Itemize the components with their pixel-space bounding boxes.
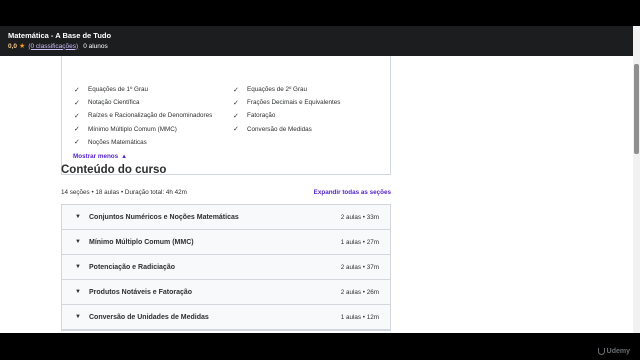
check-icon: ✓: [233, 86, 239, 94]
chevron-up-icon: ▲: [121, 153, 128, 160]
learn-item-label: Raízes e Racionalização de Denominadores: [88, 112, 213, 120]
expand-all-sections-button[interactable]: Expandir todas as seções: [314, 189, 391, 196]
learn-item-label: Fatoração: [247, 112, 276, 120]
watermark-label: Udemy: [606, 348, 630, 355]
learn-item-label: Mínimo Múltiplo Comum (MMC): [88, 125, 177, 133]
show-less-button[interactable]: Mostrar menos ▲: [73, 153, 127, 160]
learn-item: ✓ Fatoração: [233, 109, 340, 122]
chevron-down-icon: ▼: [75, 289, 81, 295]
section-info: 2 aulas • 33m: [340, 213, 379, 221]
learn-list-left: ✓ Equações de 1º Grau ✓ Notação Científica ✓…: [74, 83, 212, 149]
star-icon: ★: [19, 43, 26, 50]
show-less-label: Mostrar menos: [73, 153, 119, 160]
learn-item-label: Noções Matemáticas: [88, 138, 147, 146]
learn-item: ✓ Noções Matemáticas: [74, 136, 212, 149]
check-icon: ✓: [233, 99, 239, 107]
chevron-down-icon: ▼: [75, 314, 81, 320]
learn-item: ✓ Notação Científica: [74, 96, 212, 109]
check-icon: ✓: [233, 112, 239, 120]
course-content-heading: Conteúdo do curso: [61, 164, 167, 176]
section-row[interactable]: ▼ Conversão de Unidades de Medidas 1 aulas…: [62, 305, 390, 330]
section-title: Potenciação e Radiciação: [89, 263, 175, 271]
section-title: Conjuntos Numéricos e Noções Matemáticas: [89, 213, 239, 221]
student-count: 0 alunos: [83, 42, 108, 50]
section-info: 2 aulas • 37m: [340, 263, 379, 271]
check-icon: ✓: [233, 126, 239, 134]
learn-item-label: Conversão de Medidas: [247, 125, 312, 133]
check-icon: ✓: [74, 126, 80, 134]
learn-item: ✓ Conversão de Medidas: [233, 123, 340, 136]
section-title: Conversão de Unidades de Medidas: [89, 313, 209, 321]
chevron-down-icon: ▼: [75, 264, 81, 270]
learn-item-label: Notação Científica: [88, 99, 140, 107]
learn-list-right: ✓ Equações de 2º Grau ✓ Frações Decimais e …: [233, 83, 340, 136]
video-viewport: ✓ Equações de 1º Grau ✓ Notação Científica ✓…: [0, 0, 640, 360]
section-list: ▼ Conjuntos Numéricos e Noções Matemática…: [61, 204, 391, 331]
section-row[interactable]: ▼ Produtos Notáveis e Fatoração 2 aulas • …: [62, 280, 390, 305]
chevron-down-icon: ▼: [75, 239, 81, 245]
sticky-course-header: Matemática - A Base de Tudo 0,0 ★ (0 cla…: [0, 26, 640, 56]
scrollbar-thumb[interactable]: [634, 64, 639, 154]
section-info: 2 aulas • 26m: [340, 288, 379, 296]
udemy-watermark: Udemy: [597, 348, 630, 355]
rating-value: 0,0: [8, 42, 18, 50]
reviews-link[interactable]: (0 classificações): [28, 43, 78, 50]
course-page: ✓ Equações de 1º Grau ✓ Notação Científica ✓…: [0, 26, 640, 333]
learn-item: ✓ Raízes e Racionalização de Denominadore…: [74, 109, 212, 122]
learn-item-label: Equações de 2º Grau: [247, 86, 308, 94]
section-row[interactable]: ▼ Mínimo Múltiplo Comum (MMC) 1 aulas • 27…: [62, 230, 390, 255]
course-stats: 14 seções • 18 aulas • Duração total: 4h…: [61, 189, 187, 196]
section-row[interactable]: ▼ Potenciação e Radiciação 2 aulas • 37m: [62, 255, 390, 280]
learn-item: ✓ Mínimo Múltiplo Comum (MMC): [74, 123, 212, 136]
check-icon: ✓: [74, 139, 80, 147]
learn-item: ✓ Equações de 2º Grau: [233, 83, 340, 96]
section-info: 1 aulas • 12m: [340, 313, 379, 321]
section-row[interactable]: ▼ Conjuntos Numéricos e Noções Matemática…: [62, 205, 390, 230]
page-scrollbar[interactable]: [633, 26, 640, 333]
section-title: Produtos Notáveis e Fatoração: [89, 288, 193, 296]
check-icon: ✓: [74, 99, 80, 107]
learn-item: ✓ Equações de 1º Grau: [74, 83, 212, 96]
chevron-down-icon: ▼: [75, 214, 81, 220]
learn-item-label: Equações de 1º Grau: [88, 86, 149, 94]
course-title: Matemática - A Base de Tudo: [8, 31, 112, 40]
section-info: 1 aulas • 27m: [340, 238, 379, 246]
course-rating-row: 0,0 ★ (0 classificações) 0 alunos: [8, 42, 108, 51]
check-icon: ✓: [74, 112, 80, 120]
section-title: Mínimo Múltiplo Comum (MMC): [89, 238, 194, 246]
udemy-logo-icon: [597, 348, 605, 355]
learn-item-label: Frações Decimais e Equivalentes: [247, 99, 341, 107]
what-you-will-learn-box: ✓ Equações de 1º Grau ✓ Notação Científica ✓…: [61, 56, 391, 175]
check-icon: ✓: [74, 86, 80, 94]
learn-item: ✓ Frações Decimais e Equivalentes: [233, 96, 340, 109]
